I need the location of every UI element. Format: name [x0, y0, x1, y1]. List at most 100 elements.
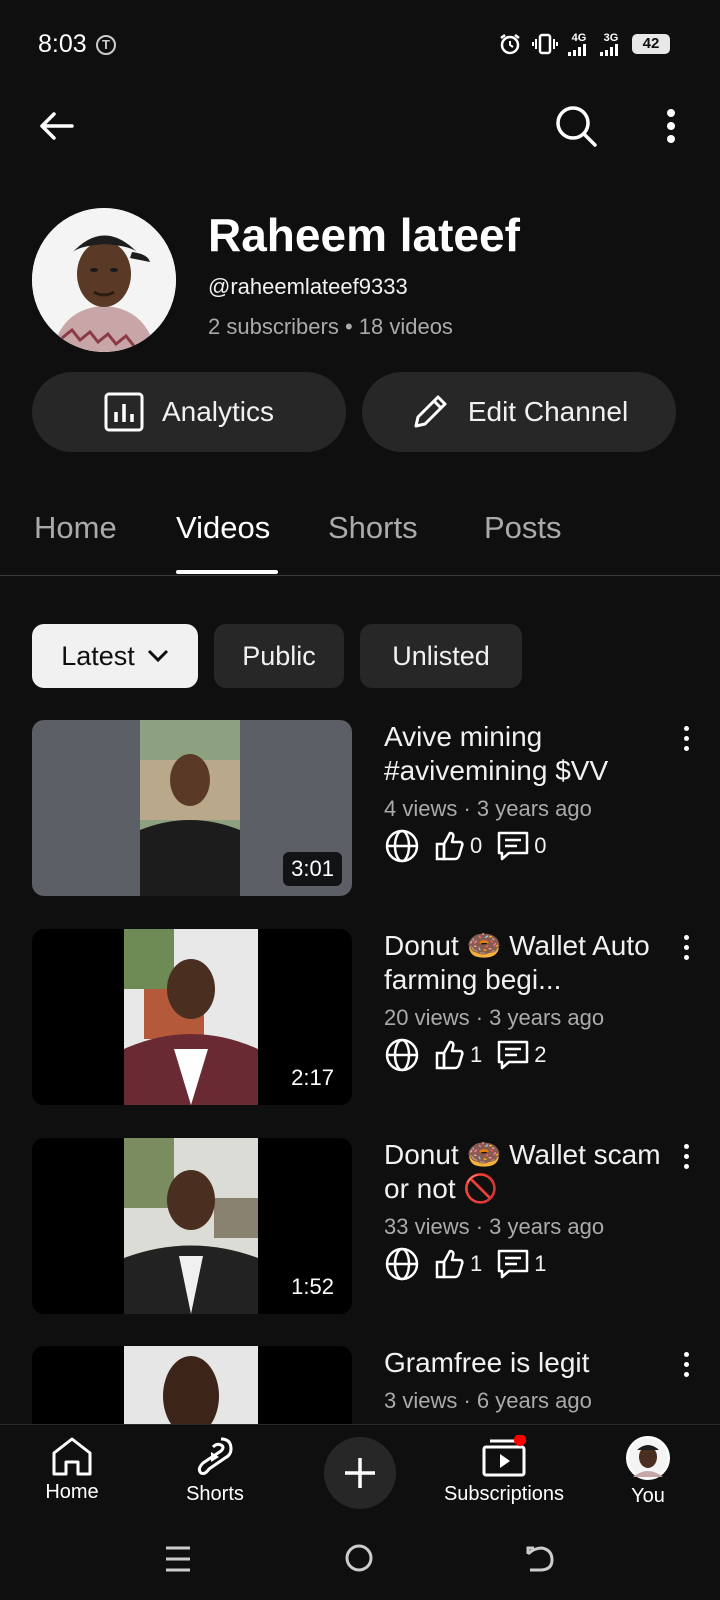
video-stats: 1 1: [384, 1246, 547, 1282]
more-options-button[interactable]: [648, 100, 694, 152]
video-meta: 20 views · 3 years ago: [384, 1005, 605, 1030]
video-list-item[interactable]: Gramfree is legit 3 views · 6 years ago: [0, 1346, 720, 1424]
analytics-icon: [104, 392, 144, 432]
like-count: 0: [470, 833, 483, 858]
battery-indicator: 42: [632, 34, 670, 54]
recent-apps-icon[interactable]: [164, 1544, 192, 1574]
channel-stats: 2 subscribers • 18 videos: [208, 314, 453, 339]
chevron-down-icon: [147, 649, 168, 663]
like-count: 1: [470, 1251, 483, 1276]
analytics-label: Analytics: [161, 396, 275, 427]
top-app-bar: [0, 92, 720, 162]
nav-shorts[interactable]: Shorts: [180, 1435, 250, 1506]
arrow-left-icon: [40, 112, 74, 140]
globe-icon: [385, 829, 419, 863]
video-more-button[interactable]: [680, 726, 692, 751]
comment-icon: [498, 831, 529, 861]
bottom-navigation: Home Shorts Subscriptions You: [0, 1424, 720, 1524]
home-circle-icon[interactable]: [344, 1543, 374, 1573]
video-thumbnail[interactable]: [32, 1346, 352, 1424]
status-icons: 4G 3G 42: [498, 32, 670, 56]
tab-shorts[interactable]: Shorts: [328, 510, 418, 546]
channel-avatar[interactable]: [32, 208, 176, 352]
video-meta: 3 views · 6 years ago: [384, 1388, 592, 1413]
comment-icon: [498, 1249, 529, 1279]
video-list-item[interactable]: 1:52 Donut 🍩 Wallet scam or not 🚫 33 vie…: [0, 1138, 720, 1318]
thumbnail-image: [124, 1138, 258, 1314]
video-meta: 4 views · 3 years ago: [384, 796, 592, 821]
video-stats: 0 0: [384, 828, 547, 864]
edit-channel-label: Edit Channel: [467, 396, 629, 427]
video-more-button[interactable]: [680, 1352, 692, 1377]
channel-handle: @raheemlateef9333: [208, 274, 408, 299]
signal-icon: [568, 44, 586, 56]
nav-home-label: Home: [45, 1481, 99, 1503]
video-title: Gramfree is legit: [384, 1347, 590, 1378]
back-button[interactable]: [30, 100, 82, 152]
video-duration: 1:52: [283, 1270, 342, 1304]
video-stats: 1 2: [384, 1037, 547, 1073]
vibrate-icon: [532, 33, 558, 55]
signal-icon-2: [600, 44, 618, 56]
app-notification-icon: T: [96, 35, 116, 55]
thumbnail-image: [124, 1346, 258, 1424]
nav-shorts-label: Shorts: [186, 1483, 244, 1505]
tab-posts[interactable]: Posts: [484, 510, 562, 546]
tab-videos[interactable]: Videos: [176, 510, 270, 546]
video-list-item[interactable]: 3:01 Avive mining #avivemining $VV 4 vie…: [0, 720, 720, 900]
comment-count: 1: [534, 1251, 547, 1276]
filter-public-chip[interactable]: Public: [214, 624, 344, 688]
nav-subscriptions[interactable]: Subscriptions: [436, 1435, 572, 1506]
network-3g-label: 3G: [603, 32, 619, 44]
search-icon: [556, 106, 597, 147]
tab-home[interactable]: Home: [34, 510, 117, 546]
video-thumbnail[interactable]: 3:01: [32, 720, 352, 896]
analytics-button[interactable]: Analytics: [32, 372, 346, 452]
system-navigation-bar: [0, 1524, 720, 1600]
globe-icon: [385, 1038, 419, 1072]
video-title: Donut 🍩 Wallet scam or not 🚫: [384, 1139, 661, 1204]
filter-unlisted-chip[interactable]: Unlisted: [360, 624, 522, 688]
like-count: 1: [470, 1042, 483, 1067]
sort-latest-chip[interactable]: Latest: [32, 624, 198, 688]
nav-home[interactable]: Home: [40, 1435, 104, 1504]
status-time: 8:03: [38, 30, 87, 58]
search-button[interactable]: [548, 98, 604, 154]
edit-channel-button[interactable]: Edit Channel: [362, 372, 676, 452]
video-list-item[interactable]: 2:17 Donut 🍩 Wallet Auto farming begi...…: [0, 929, 720, 1109]
notification-dot: [514, 1435, 526, 1446]
video-title: Avive mining #avivemining $VV: [384, 721, 609, 786]
channel-name: Raheem lateef: [208, 209, 520, 261]
pencil-icon: [414, 395, 447, 428]
comment-count: 0: [534, 833, 547, 858]
nav-you[interactable]: You: [616, 1435, 680, 1508]
sort-latest-label: Latest: [61, 640, 135, 671]
status-bar: 8:03 T 4G 3G 42: [0, 0, 720, 92]
video-meta: 33 views · 3 years ago: [384, 1214, 605, 1239]
video-duration: 3:01: [283, 852, 342, 886]
thumbnail-image: [124, 929, 258, 1105]
nav-you-label: You: [631, 1485, 665, 1507]
video-thumbnail[interactable]: 2:17: [32, 929, 352, 1105]
video-more-button[interactable]: [680, 935, 692, 960]
subscriptions-icon: [482, 1435, 526, 1477]
channel-tabs: Home Videos Shorts Posts: [0, 500, 720, 576]
thumbs-up-icon: [435, 1040, 464, 1070]
video-thumbnail[interactable]: 1:52: [32, 1138, 352, 1314]
active-tab-indicator: [176, 570, 278, 574]
back-nav-icon[interactable]: [524, 1544, 554, 1574]
alarm-icon: [500, 34, 520, 55]
filter-public-label: Public: [242, 640, 316, 671]
shorts-icon: [197, 1437, 233, 1475]
home-icon: [52, 1437, 92, 1476]
more-vertical-icon: [667, 109, 675, 143]
avatar-photo: [32, 208, 176, 352]
create-button[interactable]: [324, 1437, 396, 1509]
video-more-button[interactable]: [680, 1144, 692, 1169]
globe-icon: [385, 1247, 419, 1281]
nav-subscriptions-label: Subscriptions: [443, 1483, 565, 1505]
thumbs-up-icon: [435, 831, 464, 861]
thumbs-up-icon: [435, 1249, 464, 1279]
plus-icon: [345, 1458, 375, 1488]
thumbnail-image: [140, 720, 240, 896]
